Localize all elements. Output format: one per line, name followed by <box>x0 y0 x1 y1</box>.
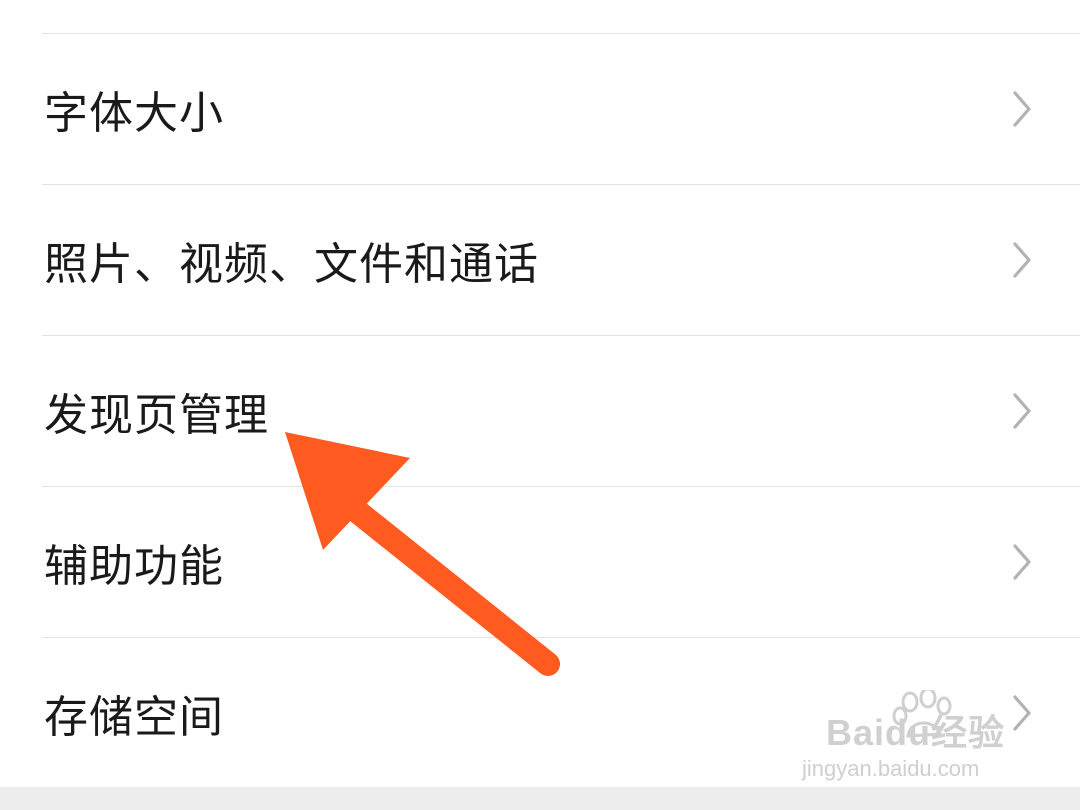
settings-list: 字体大小 照片、视频、文件和通话 发现页管理 辅助功能 存储空间 <box>0 0 1080 787</box>
chevron-right-icon <box>1013 544 1031 580</box>
watermark: Baidu经验 jingyan.baidu.com <box>802 690 1026 790</box>
settings-item-font-size[interactable]: 字体大小 <box>0 34 1080 184</box>
settings-item-label: 发现页管理 <box>44 390 269 441</box>
settings-item-accessibility[interactable]: 辅助功能 <box>0 487 1080 637</box>
chevron-right-icon <box>1013 91 1031 127</box>
watermark-url: jingyan.baidu.com <box>802 756 980 781</box>
settings-item-label: 照片、视频、文件和通话 <box>44 239 539 290</box>
settings-item-label: 存储空间 <box>44 692 224 743</box>
chevron-right-icon <box>1013 242 1031 278</box>
settings-item-photos-videos-files-calls[interactable]: 照片、视频、文件和通话 <box>0 185 1080 335</box>
settings-item-label: 辅助功能 <box>44 541 224 592</box>
settings-item-discover-management[interactable]: 发现页管理 <box>0 336 1080 486</box>
watermark-logo-text: Baidu经验 <box>826 712 1006 753</box>
settings-item-label: 字体大小 <box>44 88 224 139</box>
chevron-right-icon <box>1013 393 1031 429</box>
section-gap <box>0 787 1080 810</box>
